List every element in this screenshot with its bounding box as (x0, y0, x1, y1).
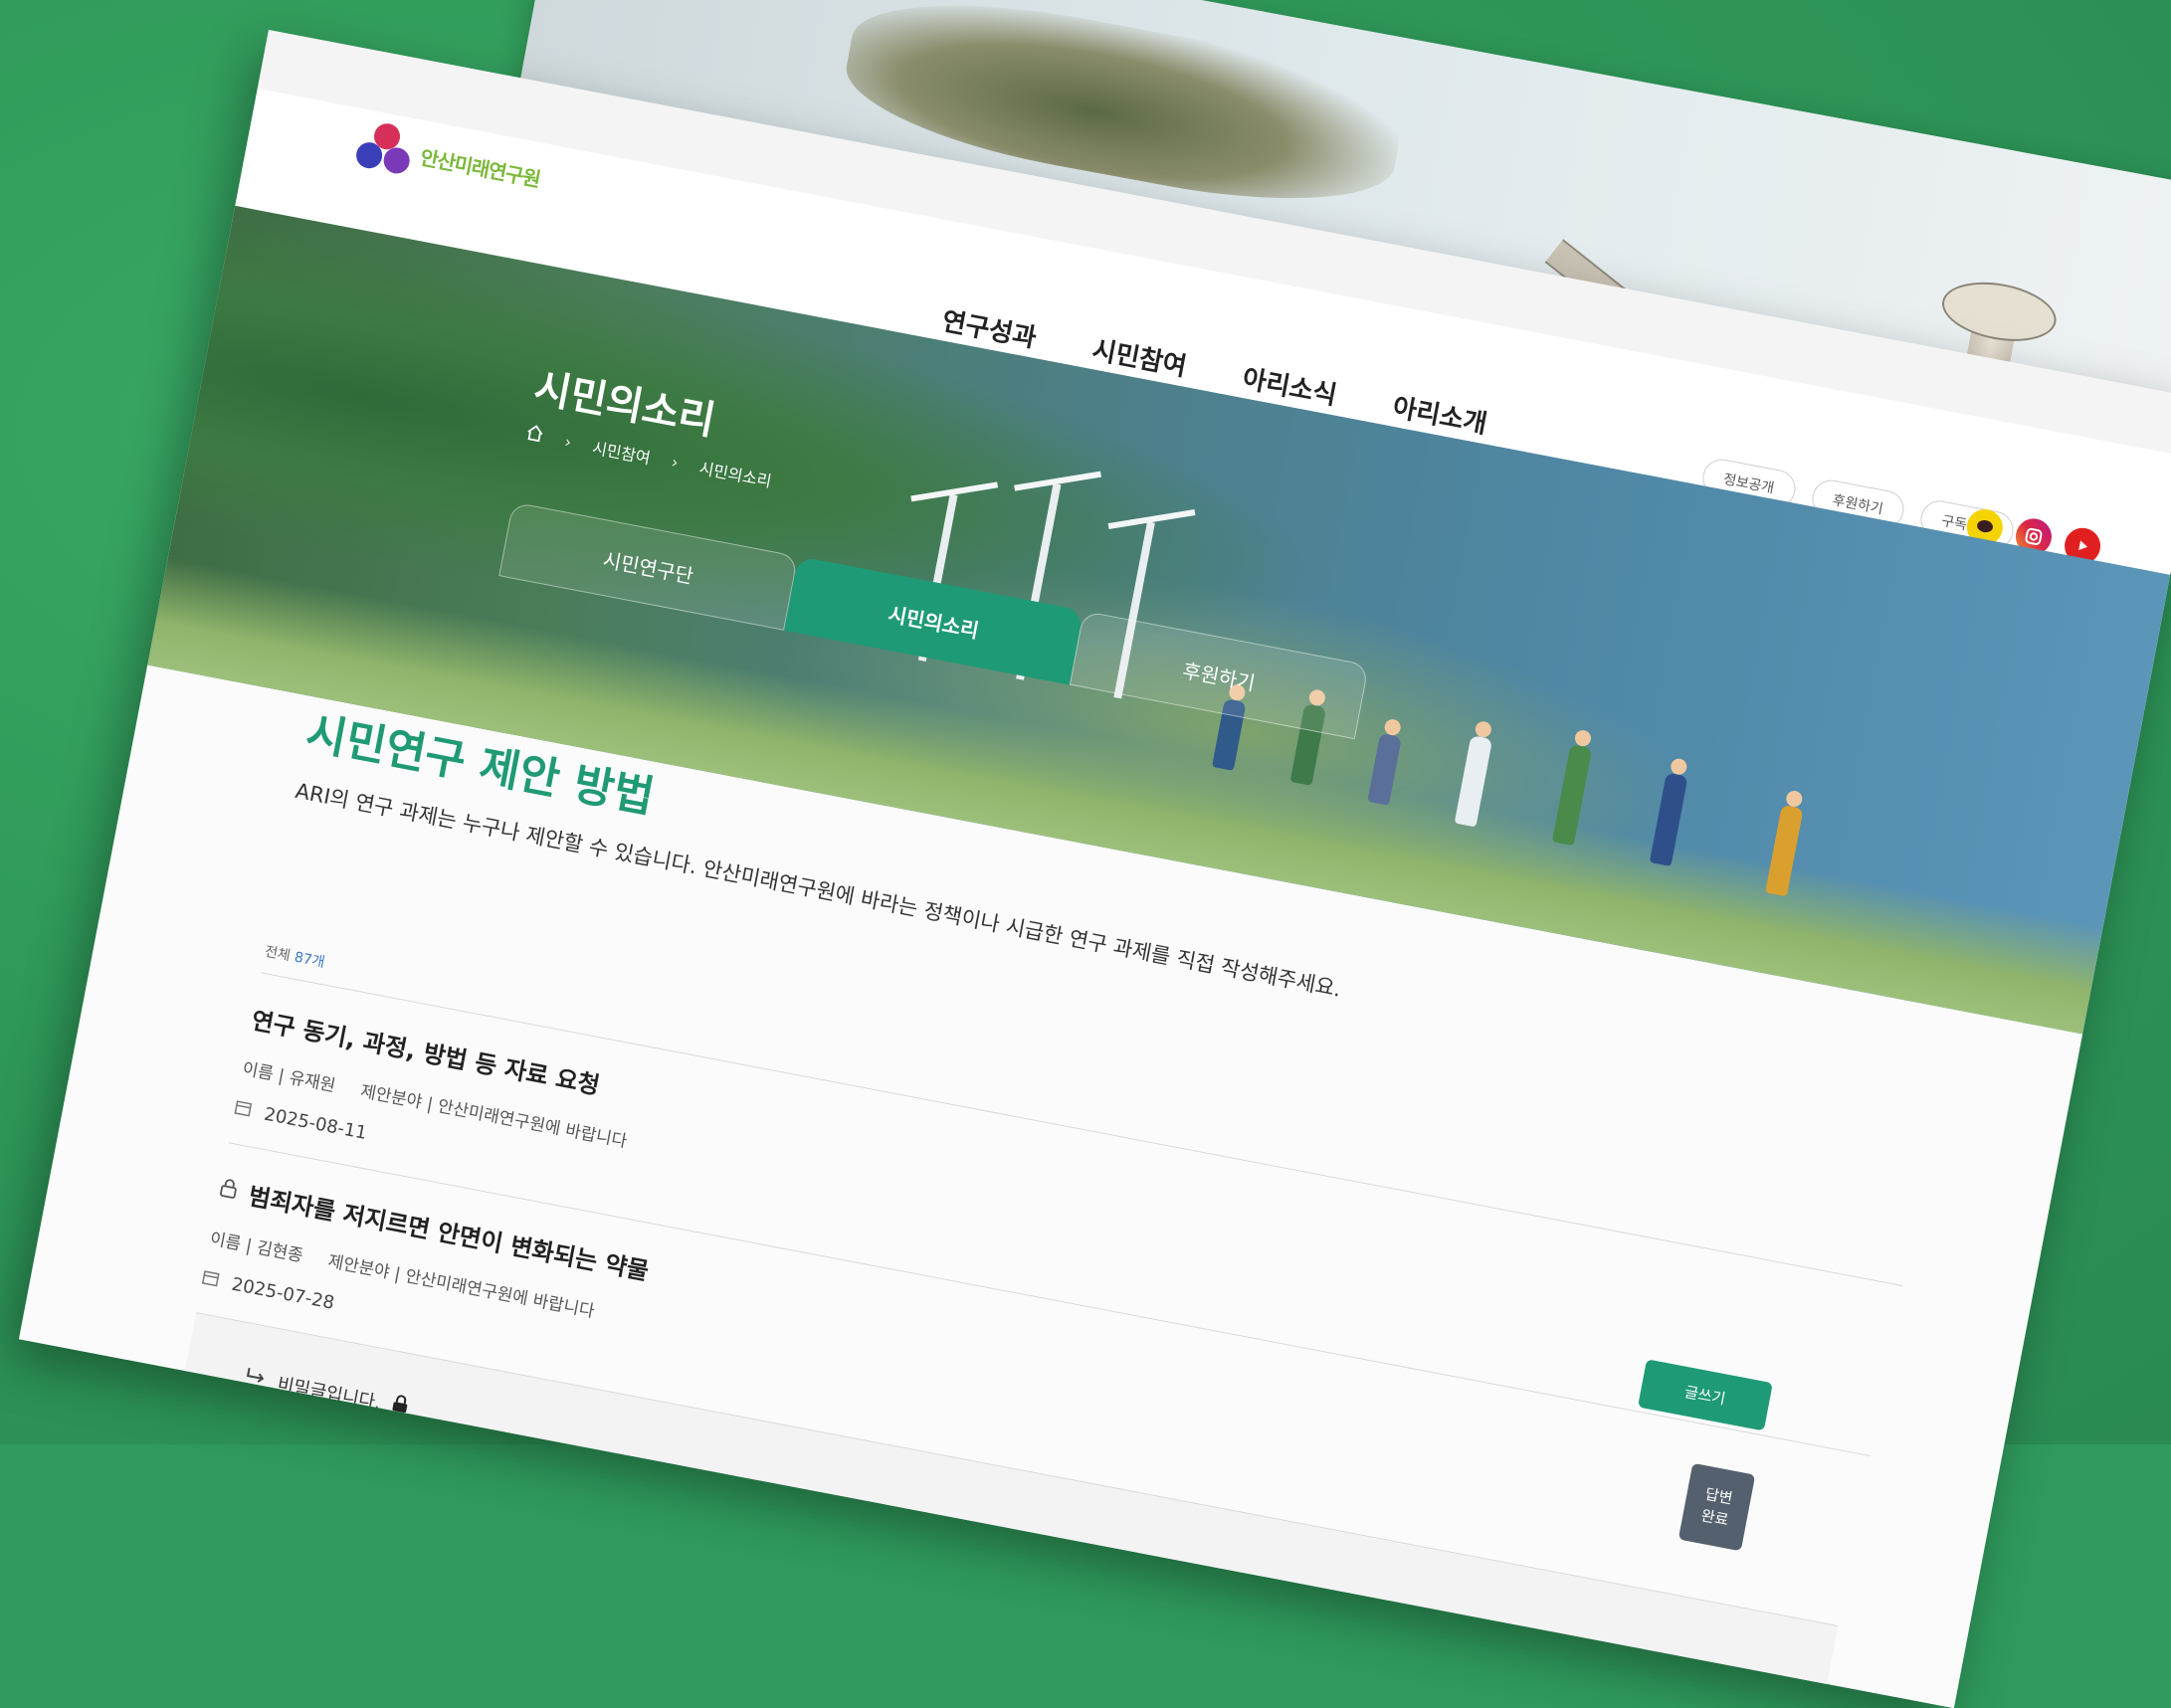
chevron-right-icon: › (670, 452, 681, 473)
total-label: 전체 (263, 943, 293, 965)
breadcrumb-item[interactable]: 시민참여 (591, 435, 653, 470)
post-author: 이름 | 김현종 (208, 1229, 305, 1267)
total-number: 87개 (293, 949, 326, 971)
calendar-icon (233, 1098, 253, 1122)
home-icon[interactable] (524, 423, 546, 448)
status-line: 완료 (1699, 1506, 1730, 1530)
post-date-text: 2025-08-11 (262, 1103, 369, 1144)
calendar-icon (201, 1268, 221, 1292)
post-author: 이름 | 유재원 (240, 1058, 337, 1097)
tab-citizen-researchers[interactable]: 시민연구단 (498, 501, 799, 631)
tab-donate[interactable]: 후원하기 (1069, 610, 1369, 740)
breadcrumb-item[interactable]: 시민의소리 (697, 455, 774, 491)
chevron-right-icon: › (563, 431, 573, 452)
logo-mark-icon (353, 118, 416, 177)
lock-icon (217, 1174, 240, 1205)
post-date-text: 2025-07-28 (230, 1273, 336, 1314)
